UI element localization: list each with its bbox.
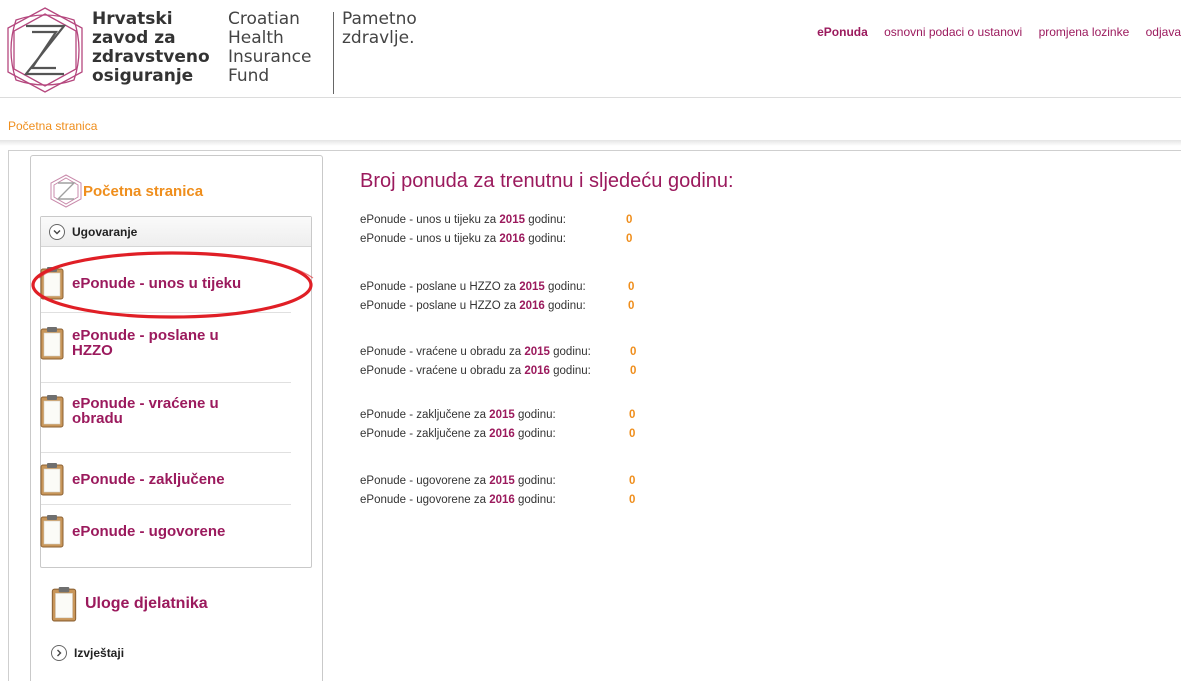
stat-count: 0 bbox=[628, 281, 635, 293]
sidebar-item-label: ePonude - poslane u HZZO bbox=[72, 327, 219, 359]
reports-group-header[interactable]: Izvještaji bbox=[51, 645, 124, 661]
clipboard-icon bbox=[40, 327, 64, 360]
contracting-group-header[interactable]: Ugovaranje bbox=[41, 217, 311, 247]
sidebar-item-sent[interactable]: ePonude - poslane u HZZO bbox=[40, 326, 292, 360]
stat-group-in-progress: ePonude - unos u tijeku za 2015 godinu: … bbox=[360, 214, 680, 252]
sidebar-item-concluded[interactable]: ePonude - zaključene bbox=[40, 462, 292, 496]
stat-count: 0 bbox=[630, 346, 637, 358]
hzzo-mini-logo-icon bbox=[50, 174, 82, 208]
sidebar-home-link[interactable]: Početna stranica bbox=[49, 174, 203, 208]
stat-row: ePonude - ugovorene za 2016 godinu: 0 bbox=[360, 494, 636, 506]
stat-count: 0 bbox=[629, 494, 636, 506]
sidebar-item-label: ePonude - zaključene bbox=[72, 470, 225, 488]
brand-name-hr: Hrvatski zavod za zdravstveno osiguranje bbox=[92, 9, 210, 86]
nav-institution-info[interactable]: osnovni podaci o ustanovi bbox=[884, 25, 1022, 39]
stat-count: 0 bbox=[626, 233, 633, 245]
reports-group-label: Izvještaji bbox=[74, 646, 125, 660]
nav-eponuda[interactable]: ePonuda bbox=[817, 25, 868, 39]
page-title: Broj ponuda za trenutnu i sljedeću godin… bbox=[360, 170, 734, 192]
stat-group-contracted: ePonude - ugovorene za 2015 godinu: 0 eP… bbox=[360, 475, 680, 513]
clipboard-icon bbox=[40, 267, 64, 300]
brand-slogan: Pametno zdravlje. bbox=[342, 9, 417, 48]
stat-group-concluded: ePonude - zaključene za 2015 godinu: 0 e… bbox=[360, 409, 680, 447]
sidebar-item-label: ePonude - vraćene u obradu bbox=[72, 395, 219, 427]
stat-count: 0 bbox=[630, 365, 637, 377]
stat-row: ePonude - unos u tijeku za 2015 godinu: … bbox=[360, 214, 633, 226]
breadcrumb[interactable]: Početna stranica bbox=[8, 119, 97, 133]
sidebar-divider bbox=[41, 382, 291, 383]
stat-row: ePonude - unos u tijeku za 2016 godinu: … bbox=[360, 233, 633, 245]
sidebar-item-returned[interactable]: ePonude - vraćene u obradu bbox=[40, 394, 292, 428]
stat-row: ePonude - zaključene za 2015 godinu: 0 bbox=[360, 409, 636, 421]
hzzo-logo-icon[interactable] bbox=[6, 6, 84, 94]
site-header: Hrvatski zavod za zdravstveno osiguranje… bbox=[0, 0, 1181, 98]
sidebar-item-label: ePonude - unos u tijeku bbox=[72, 274, 242, 292]
clipboard-icon bbox=[51, 587, 77, 622]
contracting-group-label: Ugovaranje bbox=[72, 224, 138, 239]
stat-count: 0 bbox=[626, 214, 633, 226]
sidebar-item-contracted[interactable]: ePonude - ugovorene bbox=[40, 514, 292, 548]
stat-count: 0 bbox=[629, 475, 636, 487]
chevron-down-icon[interactable] bbox=[49, 223, 65, 240]
sidebar-divider bbox=[41, 452, 291, 453]
stat-group-returned: ePonude - vraćene u obradu za 2015 godin… bbox=[360, 346, 680, 384]
sidebar-item-staff-roles[interactable]: Uloge djelatnika bbox=[51, 586, 208, 622]
stat-count: 0 bbox=[629, 428, 636, 440]
chevron-right-icon[interactable] bbox=[51, 645, 67, 661]
sidebar-item-in-progress[interactable]: ePonude - unos u tijeku bbox=[40, 266, 292, 300]
brand-name-en: Croatian Health Insurance Fund bbox=[228, 9, 312, 86]
sidebar-divider bbox=[41, 312, 291, 313]
brand-divider bbox=[333, 12, 334, 94]
top-navigation: ePonuda osnovni podaci o ustanovi promje… bbox=[817, 25, 1181, 39]
stat-count: 0 bbox=[629, 409, 636, 421]
stat-row: ePonude - poslane u HZZO za 2015 godinu:… bbox=[360, 281, 635, 293]
stat-count: 0 bbox=[628, 300, 635, 312]
stat-row: ePonude - vraćene u obradu za 2016 godin… bbox=[360, 365, 637, 377]
stat-group-sent: ePonude - poslane u HZZO za 2015 godinu:… bbox=[360, 281, 680, 319]
clipboard-icon bbox=[40, 515, 64, 548]
stat-row: ePonude - vraćene u obradu za 2015 godin… bbox=[360, 346, 637, 358]
clipboard-icon bbox=[40, 395, 64, 428]
staff-roles-label: Uloge djelatnika bbox=[85, 595, 208, 612]
sidebar-home-label: Početna stranica bbox=[83, 182, 204, 200]
clipboard-icon bbox=[40, 463, 64, 496]
sidebar-item-label: ePonude - ugovorene bbox=[72, 522, 226, 540]
stat-row: ePonude - ugovorene za 2015 godinu: 0 bbox=[360, 475, 636, 487]
nav-logout[interactable]: odjava bbox=[1146, 25, 1181, 39]
nav-change-password[interactable]: promjena lozinke bbox=[1039, 25, 1130, 39]
sidebar: Početna stranica Ugovaranje ePonude - un… bbox=[30, 155, 323, 681]
sidebar-divider bbox=[41, 504, 291, 505]
stat-row: ePonude - zaključene za 2016 godinu: 0 bbox=[360, 428, 636, 440]
stat-row: ePonude - poslane u HZZO za 2016 godinu:… bbox=[360, 300, 635, 312]
breadcrumb-shadow-divider bbox=[0, 140, 1181, 146]
